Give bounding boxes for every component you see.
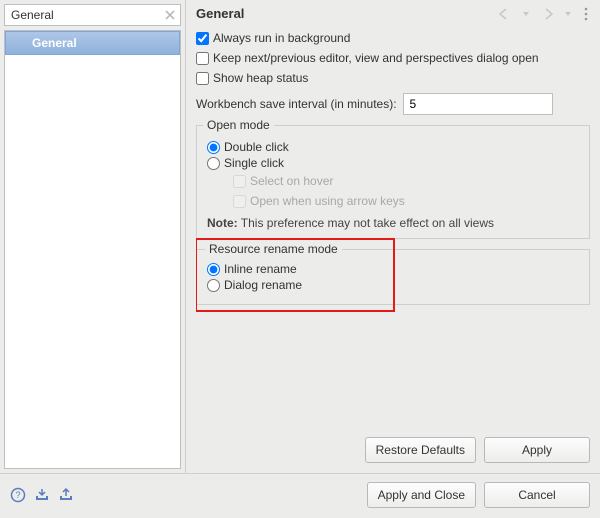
rename-mode-group: Resource rename mode Inline rename Dialo… (196, 249, 590, 305)
content-pane: General Always run in background Keep ne… (186, 0, 600, 473)
settings-body: Always run in background Keep next/previ… (196, 27, 590, 437)
export-icon[interactable] (58, 487, 74, 503)
header-toolbar (498, 7, 590, 21)
keep-dialog-checkbox[interactable] (196, 52, 209, 65)
forward-icon[interactable] (540, 8, 554, 20)
open-mode-note: Note: This preference may not take effec… (207, 216, 579, 230)
apply-and-close-button[interactable]: Apply and Close (367, 482, 476, 508)
dialog-rename-radio[interactable] (207, 279, 220, 292)
preferences-tree[interactable]: General (4, 30, 181, 469)
note-prefix: Note: (207, 216, 238, 230)
import-icon[interactable] (34, 487, 50, 503)
single-click-label: Single click (224, 156, 284, 170)
search-wrap (4, 4, 181, 26)
keep-dialog-label: Keep next/previous editor, view and pers… (213, 49, 539, 67)
show-heap-checkbox[interactable] (196, 72, 209, 85)
open-mode-legend: Open mode (203, 118, 274, 132)
dialog-rename-label: Dialog rename (224, 278, 302, 292)
double-click-label: Double click (224, 140, 289, 154)
note-text: This preference may not take effect on a… (238, 216, 494, 230)
bottom-buttons: Apply and Close Cancel (367, 482, 590, 508)
save-interval-label: Workbench save interval (in minutes): (196, 97, 397, 111)
select-on-hover-checkbox (233, 175, 246, 188)
help-icons: ? (10, 487, 74, 503)
filter-input[interactable] (4, 4, 181, 26)
tree-item-general[interactable]: General (5, 31, 180, 55)
arrow-keys-checkbox (233, 195, 246, 208)
select-on-hover-label: Select on hover (250, 172, 333, 190)
always-run-bg-checkbox[interactable] (196, 32, 209, 45)
cancel-button[interactable]: Cancel (484, 482, 590, 508)
rename-mode-legend: Resource rename mode (205, 242, 342, 256)
page-header: General (196, 4, 590, 27)
always-run-bg-label: Always run in background (213, 29, 350, 47)
apply-button[interactable]: Apply (484, 437, 590, 463)
svg-text:?: ? (15, 490, 20, 500)
restore-defaults-button[interactable]: Restore Defaults (365, 437, 476, 463)
page-title: General (196, 6, 244, 21)
back-icon[interactable] (498, 8, 512, 20)
show-heap-label: Show heap status (213, 69, 308, 87)
view-menu-icon[interactable] (582, 7, 590, 21)
forward-menu-icon[interactable] (564, 8, 572, 20)
clear-filter-icon[interactable] (163, 8, 177, 22)
sidebar: General (0, 0, 186, 473)
save-interval-input[interactable] (403, 93, 553, 115)
back-menu-icon[interactable] (522, 8, 530, 20)
inline-rename-radio[interactable] (207, 263, 220, 276)
help-icon[interactable]: ? (10, 487, 26, 503)
mid-button-row: Restore Defaults Apply (196, 437, 590, 467)
arrow-keys-label: Open when using arrow keys (250, 192, 405, 210)
bottom-bar: ? Apply and Close Cancel (0, 473, 600, 518)
single-click-radio[interactable] (207, 157, 220, 170)
double-click-radio[interactable] (207, 141, 220, 154)
inline-rename-label: Inline rename (224, 262, 297, 276)
open-mode-group: Open mode Double click Single click Sele… (196, 125, 590, 239)
